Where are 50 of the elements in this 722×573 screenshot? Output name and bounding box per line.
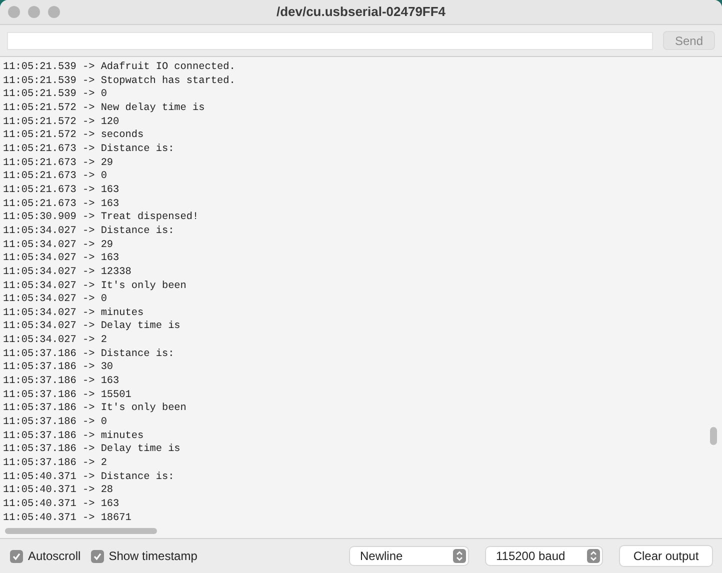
- close-window-button[interactable]: [8, 6, 20, 18]
- output-line: 11:05:37.186 -> minutes: [3, 430, 144, 444]
- output-line: 11:05:37.186 -> 2: [3, 457, 107, 471]
- output-line: 11:05:34.027 -> It's only been: [3, 280, 186, 294]
- zoom-window-button[interactable]: [48, 6, 60, 18]
- vertical-scrollbar[interactable]: [710, 427, 717, 445]
- output-line: 11:05:37.186 -> 15501: [3, 388, 132, 402]
- checkbox-label[interactable]: Autoscroll: [28, 547, 81, 565]
- checkbox[interactable]: [10, 550, 23, 562]
- output-line: 11:05:34.027 -> 12338: [3, 266, 132, 280]
- output-line: 11:05:21.673 -> 0: [3, 170, 107, 184]
- output-line: 11:05:37.186 -> 163: [3, 375, 120, 389]
- output-line: 11:05:37.186 -> 0: [3, 416, 107, 430]
- output-line: 11:05:34.027 -> 163: [3, 252, 120, 266]
- output-line: 11:05:34.027 -> 2: [3, 334, 107, 348]
- output-line: 11:05:34.027 -> minutes: [3, 306, 144, 320]
- output-line: 11:05:21.572 -> 120: [3, 116, 120, 130]
- output-line: 11:05:37.186 -> It's only been: [3, 402, 186, 416]
- output-line: 11:05:40.371 -> 18671: [3, 512, 132, 526]
- output-line: 11:05:21.539 -> Stopwatch has started.: [3, 74, 236, 88]
- output-line: 11:05:34.027 -> Delay time is: [3, 320, 180, 334]
- stepper-icon: [453, 549, 466, 563]
- output-line: 11:05:37.186 -> Delay time is: [3, 443, 180, 458]
- clear-output-button[interactable]: Clear output: [620, 546, 712, 566]
- output-line: 11:05:21.673 -> 29: [3, 156, 114, 170]
- output-line: 11:05:40.371 -> 163: [3, 498, 120, 512]
- output-line: 11:05:37.186 -> Distance is:: [3, 348, 174, 362]
- baud-rate-dropdown[interactable]: 115200 baud: [486, 547, 602, 565]
- minimize-window-button[interactable]: [28, 6, 40, 18]
- output-line: 11:05:34.027 -> 0: [3, 293, 107, 307]
- output-line: 11:05:21.572 -> seconds: [3, 129, 144, 143]
- output-line: 11:05:21.673 -> Distance is:: [3, 142, 174, 157]
- output-line: 11:05:34.027 -> Distance is:: [3, 224, 174, 239]
- checkbox-label[interactable]: Show timestamp: [108, 547, 198, 565]
- output-line: 11:05:30.909 -> Treat dispensed!: [3, 211, 199, 225]
- line-ending-dropdown[interactable]: Newline: [350, 547, 468, 565]
- output-line: 11:05:40.371 -> 28: [3, 484, 114, 498]
- stepper-icon: [587, 549, 600, 563]
- message-input-field[interactable]: [7, 32, 653, 50]
- checkbox[interactable]: [90, 550, 104, 562]
- output-line: 11:05:21.539 -> Adafruit IO connected.: [3, 61, 236, 75]
- output-line: 11:05:21.673 -> 163: [3, 198, 120, 212]
- output-line: 11:05:37.186 -> 30: [3, 361, 114, 376]
- output-line: 11:05:21.572 -> New delay time is: [3, 102, 205, 116]
- output-line: 11:05:21.539 -> 0: [3, 88, 107, 102]
- horizontal-scrollbar[interactable]: [5, 528, 157, 534]
- window-title: /dev/cu.usbserial-02479FF4: [276, 3, 446, 22]
- output-line: 11:05:21.673 -> 163: [3, 184, 120, 198]
- output-line: 11:05:40.371 -> Distance is:: [3, 470, 174, 484]
- output-line: 11:05:34.027 -> 29: [3, 238, 114, 252]
